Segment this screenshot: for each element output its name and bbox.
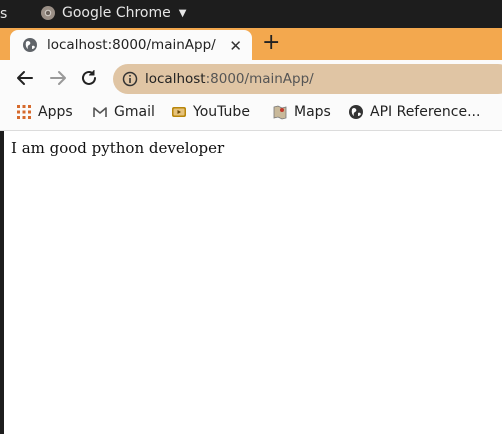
url-path: :8000/mainApp/	[205, 71, 314, 87]
bookmark-gmail[interactable]: Gmail	[92, 104, 155, 120]
page-body-text: I am good python developer	[11, 139, 225, 157]
bookmark-label: API Reference...	[370, 104, 481, 120]
bookmarks-bar: Apps Gmail YouTube Maps API Reference...	[0, 96, 502, 131]
globe-icon	[349, 105, 363, 119]
url-host: localhost	[145, 71, 206, 87]
bookmark-apps[interactable]: Apps	[16, 104, 73, 120]
youtube-icon	[172, 107, 186, 117]
bookmark-maps[interactable]: Maps	[272, 104, 331, 120]
app-name: Google Chrome	[62, 5, 171, 21]
system-bar-fragment: s	[0, 6, 8, 22]
globe-icon	[23, 38, 37, 52]
bookmark-label: Gmail	[114, 104, 155, 120]
bookmark-label: Maps	[294, 104, 331, 120]
reload-icon[interactable]	[78, 67, 100, 89]
bookmark-api-reference[interactable]: API Reference...	[348, 104, 480, 120]
bookmark-youtube[interactable]: YouTube	[171, 104, 250, 120]
window-edge	[0, 131, 4, 434]
bookmark-label: Apps	[38, 104, 73, 120]
forward-arrow-icon[interactable]	[47, 67, 69, 89]
apps-grid-icon	[17, 105, 31, 119]
chrome-app-icon	[41, 6, 55, 20]
chevron-down-icon: ▼	[178, 7, 187, 19]
tab-strip: localhost:8000/mainApp/ ✕ +	[0, 28, 502, 60]
tab-active[interactable]: localhost:8000/mainApp/ ✕	[10, 30, 252, 60]
bookmark-label: YouTube	[193, 104, 250, 120]
browser-toolbar: localhost:8000/mainApp/	[0, 60, 502, 96]
address-bar[interactable]: localhost:8000/mainApp/	[113, 64, 502, 94]
tab-title: localhost:8000/mainApp/	[47, 37, 216, 53]
address-url: localhost:8000/mainApp/	[145, 71, 314, 87]
app-menu[interactable]: Google Chrome ▼	[40, 5, 186, 21]
system-top-bar: s Google Chrome ▼	[0, 0, 502, 28]
gmail-icon	[93, 107, 107, 117]
close-icon[interactable]: ✕	[229, 37, 242, 55]
site-info-icon[interactable]	[122, 71, 138, 87]
back-arrow-icon[interactable]	[14, 67, 36, 89]
new-tab-button[interactable]: +	[262, 30, 280, 56]
maps-icon	[273, 105, 287, 120]
